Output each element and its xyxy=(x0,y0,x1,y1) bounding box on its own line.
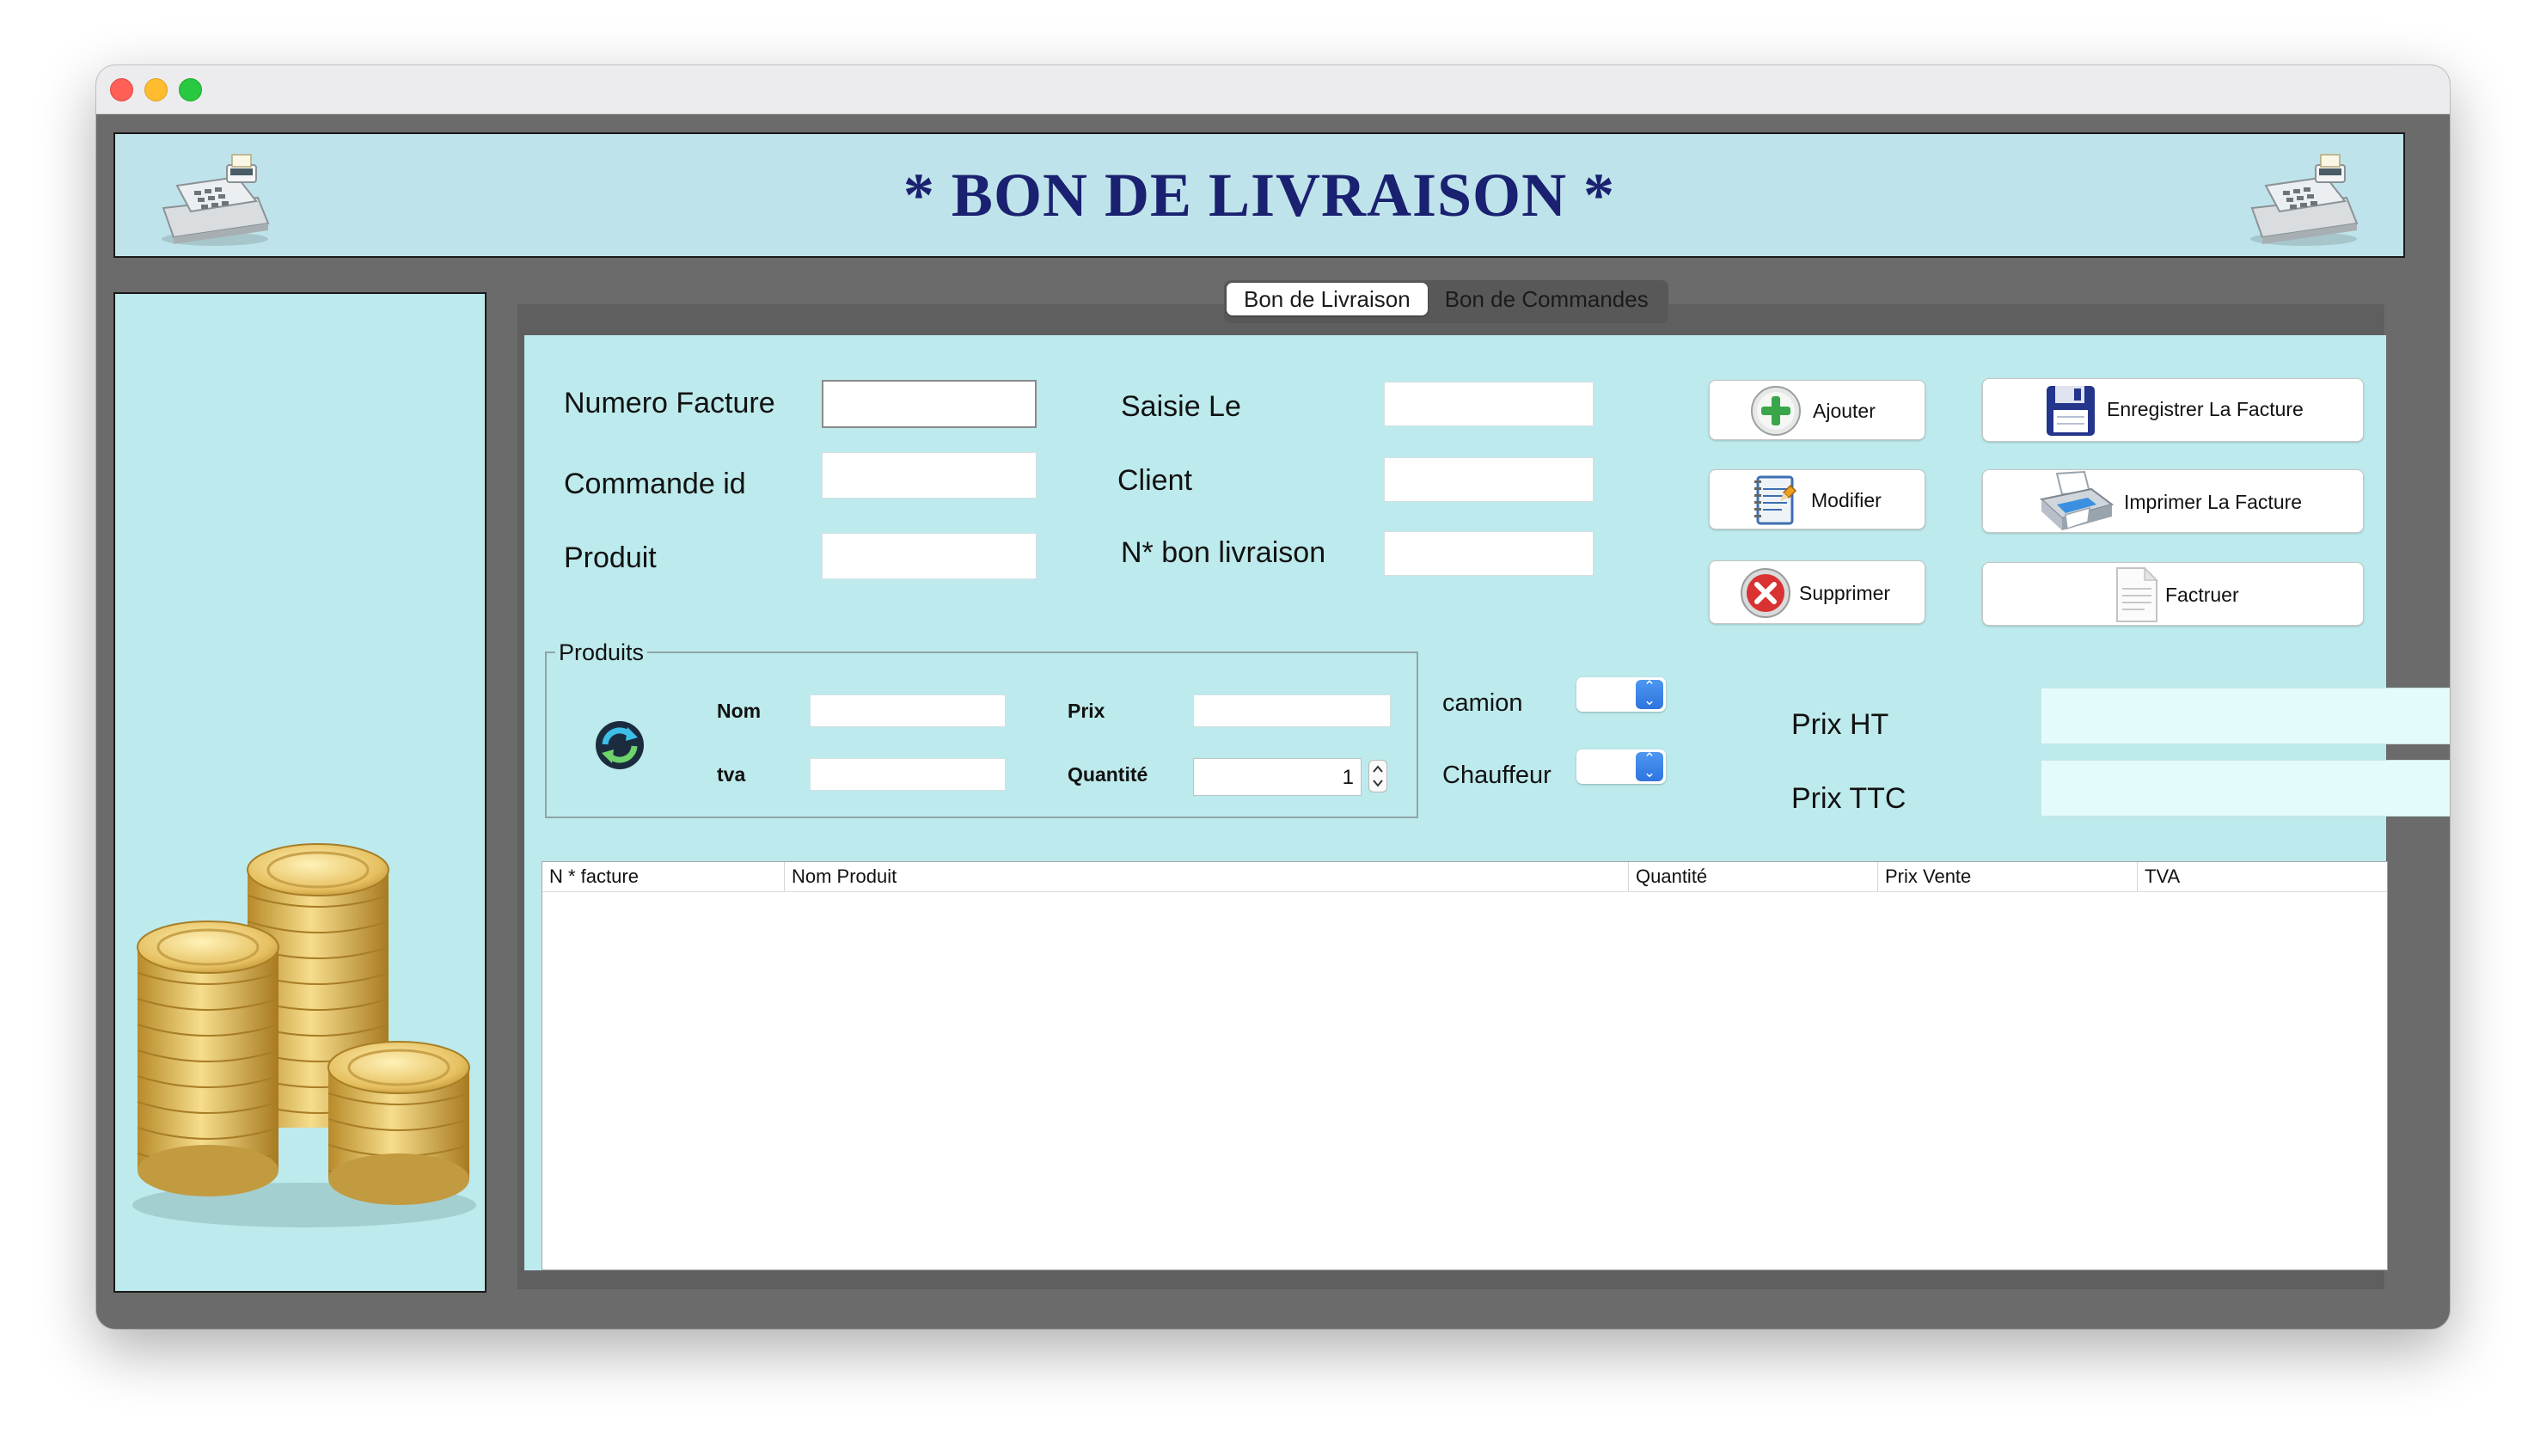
column-header-nom-produit[interactable]: Nom Produit xyxy=(785,862,1629,891)
bon-livraison-label: N* bon livraison xyxy=(1121,536,1326,569)
refresh-icon[interactable] xyxy=(593,719,646,772)
tva-label: tva xyxy=(717,763,746,786)
imprimer-facture-button[interactable]: Imprimer La Facture xyxy=(1982,469,2364,533)
produits-group-title: Produits xyxy=(555,639,648,666)
cash-register-icon xyxy=(2250,154,2359,246)
close-window-button[interactable] xyxy=(110,78,133,101)
prix-ttc-label: Prix TTC xyxy=(1791,782,1906,815)
prix-label: Prix xyxy=(1068,700,1105,722)
notepad-icon xyxy=(1754,475,1797,525)
nom-label: Nom xyxy=(717,700,762,722)
factruer-label: Factruer xyxy=(2165,584,2239,606)
header-banner: * BON DE LIVRAISON * xyxy=(113,132,2405,258)
prix-field[interactable] xyxy=(1193,694,1391,727)
quantite-value: 1 xyxy=(1342,766,1354,789)
chevron-updown-icon: ⌃ ⌄ xyxy=(1636,751,1663,781)
numero-facture-label: Numero Facture xyxy=(564,387,775,419)
products-table[interactable]: N * facture Nom Produit Quantité Prix Ve… xyxy=(542,861,2388,1270)
numero-facture-field[interactable] xyxy=(822,380,1037,428)
prix-ht-field[interactable] xyxy=(2041,688,2450,744)
app-window: * BON DE LIVRAISON * Bon de Livraison Bo… xyxy=(96,65,2450,1329)
livraison-form-panel: Numero Facture Commande id Produit Saisi… xyxy=(524,335,2450,1270)
column-header-prix-vente[interactable]: Prix Vente xyxy=(1878,862,2138,891)
chauffeur-label: Chauffeur xyxy=(1442,762,1551,789)
page-title: * BON DE LIVRAISON * xyxy=(903,161,1616,229)
tab-bon-de-livraison[interactable]: Bon de Livraison xyxy=(1227,283,1428,315)
supprimer-button[interactable]: Supprimer xyxy=(1709,560,1925,624)
saisie-le-label: Saisie Le xyxy=(1121,390,1241,423)
gold-coins-icon xyxy=(132,843,476,1227)
produit-field[interactable] xyxy=(822,533,1037,579)
bon-livraison-field[interactable] xyxy=(1384,531,1594,576)
factruer-button[interactable]: Factruer xyxy=(1982,562,2364,626)
column-header-quantite[interactable]: Quantité xyxy=(1629,862,1878,891)
column-header-n-facture[interactable]: N * facture xyxy=(542,862,785,891)
client-label: Client xyxy=(1117,464,1192,497)
printer-icon xyxy=(2039,470,2115,530)
quantite-label: Quantité xyxy=(1068,763,1148,786)
modifier-label: Modifier xyxy=(1811,489,1882,511)
prix-ht-label: Prix HT xyxy=(1791,708,1889,741)
chauffeur-select[interactable]: ⌃ ⌄ xyxy=(1576,749,1666,784)
stepper-arrows-icon xyxy=(1373,765,1383,787)
ajouter-button[interactable]: Ajouter xyxy=(1709,380,1925,440)
camion-select[interactable]: ⌃ ⌄ xyxy=(1576,677,1666,712)
quantite-spinner-field[interactable]: 1 xyxy=(1193,758,1362,796)
produit-label: Produit xyxy=(564,541,657,574)
minimize-window-button[interactable] xyxy=(144,78,168,101)
tab-bar: Bon de Livraison Bon de Commandes xyxy=(1224,280,1668,323)
zoom-window-button[interactable] xyxy=(179,78,202,101)
table-header: N * facture Nom Produit Quantité Prix Ve… xyxy=(542,862,2387,892)
document-icon xyxy=(2116,566,2158,622)
camion-label: camion xyxy=(1442,689,1523,717)
saisie-le-field[interactable] xyxy=(1384,382,1594,426)
close-icon xyxy=(1741,568,1790,618)
window-titlebar[interactable] xyxy=(96,65,2450,114)
client-field[interactable] xyxy=(1384,457,1594,502)
nom-field[interactable] xyxy=(810,694,1006,727)
imprimer-facture-label: Imprimer La Facture xyxy=(2124,491,2303,513)
produits-groupbox: Produits Nom Prix tva Quantité 1 xyxy=(545,639,1418,818)
side-panel xyxy=(113,292,487,1293)
commande-id-field[interactable] xyxy=(822,452,1037,499)
quantite-stepper[interactable] xyxy=(1368,760,1387,792)
ajouter-label: Ajouter xyxy=(1813,400,1876,422)
enregistrer-facture-label: Enregistrer La Facture xyxy=(2107,398,2304,420)
chevron-updown-icon: ⌃ ⌄ xyxy=(1636,679,1663,709)
commande-id-label: Commande id xyxy=(564,468,746,500)
supprimer-label: Supprimer xyxy=(1799,582,1891,604)
column-header-tva[interactable]: TVA xyxy=(2138,862,2389,891)
modifier-button[interactable]: Modifier xyxy=(1709,469,1925,529)
enregistrer-facture-button[interactable]: Enregistrer La Facture xyxy=(1982,378,2364,442)
plus-icon xyxy=(1751,386,1801,436)
tva-field[interactable] xyxy=(810,758,1006,791)
floppy-disk-icon xyxy=(2047,386,2095,436)
tab-bon-de-commandes[interactable]: Bon de Commandes xyxy=(1428,283,1666,315)
prix-ttc-field[interactable] xyxy=(2041,760,2450,817)
